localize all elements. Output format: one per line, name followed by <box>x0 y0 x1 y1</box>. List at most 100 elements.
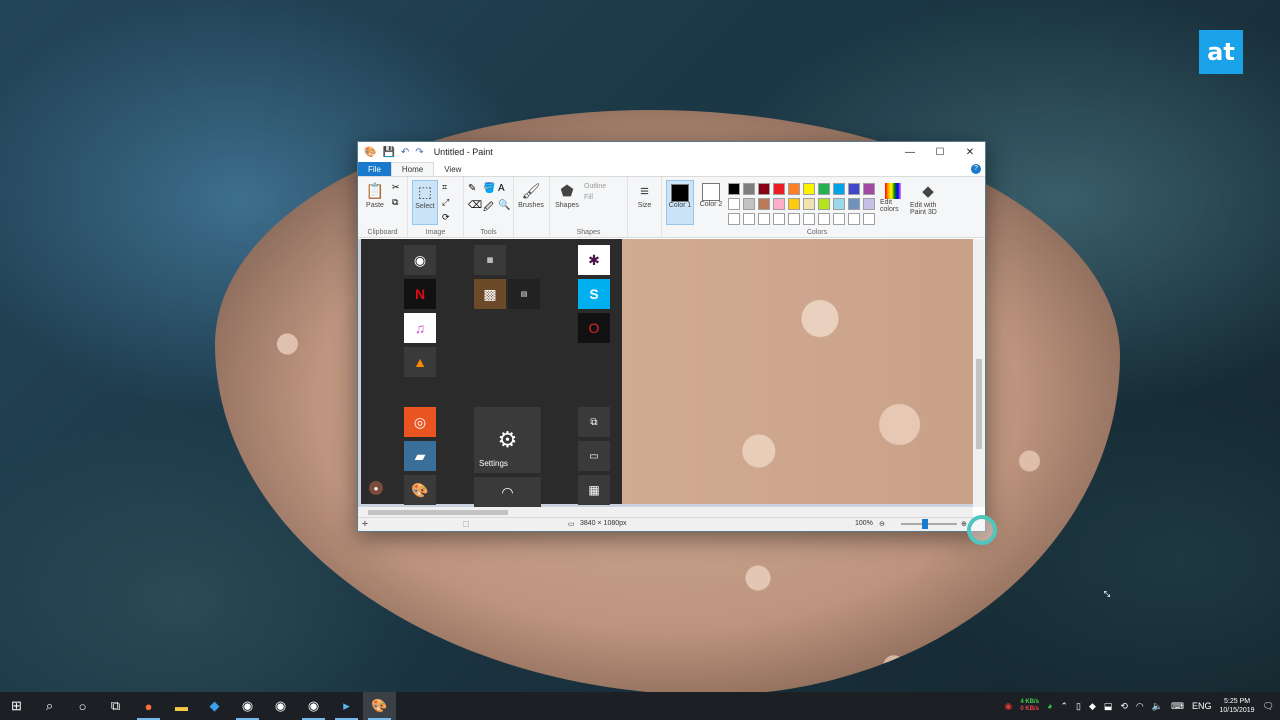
resize-icon[interactable]: ⤢ <box>442 196 450 208</box>
tab-file[interactable]: File <box>358 162 391 176</box>
eraser-icon[interactable]: ⌫ <box>468 200 482 216</box>
palette-swatch[interactable] <box>758 183 770 195</box>
outline-dropdown[interactable]: Outline <box>584 183 606 190</box>
palette-swatch[interactable] <box>788 183 800 195</box>
paint-window: 🎨 💾 ↶ ↷ Untitled - Paint — ☐ ✕ File Home… <box>357 141 986 532</box>
dropbox-icon[interactable]: ◆ <box>1089 701 1096 712</box>
vertical-scrollbar[interactable] <box>973 239 985 507</box>
close-button[interactable]: ✕ <box>955 147 985 158</box>
palette-swatch[interactable] <box>728 198 740 210</box>
select-button[interactable]: ⬚ Select <box>412 180 438 225</box>
palette-swatch[interactable] <box>833 213 845 225</box>
palette-swatch[interactable] <box>863 213 875 225</box>
wifi-icon[interactable]: ◠ <box>1136 701 1144 712</box>
palette-swatch[interactable] <box>758 213 770 225</box>
task-view-icon[interactable]: ⧉ <box>99 692 132 720</box>
chrome-taskbar-icon[interactable]: ◉ <box>231 692 264 720</box>
color-picker-icon[interactable]: 🖉 <box>483 200 497 216</box>
color1-button[interactable]: Color 1 <box>666 180 694 225</box>
paint-taskbar-icon[interactable]: 🎨 <box>363 692 396 720</box>
chrome-taskbar-icon-3[interactable]: ◉ <box>297 692 330 720</box>
language-indicator[interactable]: ENG <box>1192 701 1212 711</box>
palette-swatch[interactable] <box>848 183 860 195</box>
paste-button[interactable]: 📋 Paste <box>362 180 388 225</box>
chevron-up-icon[interactable]: ⌃ <box>1060 701 1068 712</box>
vertical-scroll-thumb[interactable] <box>976 359 982 449</box>
maximize-button[interactable]: ☐ <box>925 147 955 158</box>
clock[interactable]: 5:25 PM 10/15/2019 <box>1220 697 1255 715</box>
magnifier-icon[interactable]: 🔍 <box>498 200 512 216</box>
search-icon[interactable]: ⌕ <box>33 692 66 720</box>
palette-swatch[interactable] <box>743 183 755 195</box>
terminal-icon[interactable]: ▸ <box>330 692 363 720</box>
palette-swatch[interactable] <box>773 198 785 210</box>
palette-swatch[interactable] <box>773 213 785 225</box>
tab-home[interactable]: Home <box>390 162 435 176</box>
palette-swatch[interactable] <box>728 213 740 225</box>
zoom-out-button[interactable]: ⊖ <box>879 520 885 528</box>
brushes-button[interactable]: 🖌 Brushes <box>518 180 544 225</box>
copy-icon[interactable]: ⧉ <box>392 196 400 208</box>
drive-icon[interactable]: ⬓ <box>1104 701 1113 712</box>
chrome-icon: ◉ <box>404 245 436 275</box>
line-width-icon: ≡ <box>640 182 649 200</box>
sync-icon[interactable]: ⟲ <box>1120 701 1128 712</box>
cortana-icon[interactable]: ○ <box>66 692 99 720</box>
keyboard-icon[interactable]: ⌨ <box>1171 701 1184 712</box>
file-explorer-icon[interactable]: ▬ <box>165 692 198 720</box>
palette-swatch[interactable] <box>743 213 755 225</box>
pasted-screenshot[interactable]: ◉ N ♫ ▲ ◎ ▰ 🎨 ▦ ▩ ▤ ⚙ Settings ◠ ✱ S O ⧉… <box>361 239 973 507</box>
minimize-button[interactable]: — <box>895 147 925 158</box>
palette-swatch[interactable] <box>803 183 815 195</box>
palette-swatch[interactable] <box>848 198 860 210</box>
battery-icon[interactable]: ▯ <box>1076 701 1081 712</box>
palette-swatch[interactable] <box>848 213 860 225</box>
text-icon[interactable]: A <box>498 183 512 199</box>
palette-swatch[interactable] <box>833 198 845 210</box>
redo-icon[interactable]: ↷ <box>415 147 423 158</box>
palette-swatch[interactable] <box>728 183 740 195</box>
zoom-in-button[interactable]: ⊕ <box>961 520 967 528</box>
chrome-taskbar-icon-2[interactable]: ◉ <box>264 692 297 720</box>
palette-swatch[interactable] <box>788 213 800 225</box>
palette-swatch[interactable] <box>818 213 830 225</box>
fill-bucket-icon[interactable]: 🪣 <box>483 183 497 199</box>
help-icon[interactable]: ? <box>971 164 981 174</box>
cpu-gauge-icon[interactable]: ◕ <box>1047 701 1052 711</box>
palette-swatch[interactable] <box>863 183 875 195</box>
palette-swatch[interactable] <box>743 198 755 210</box>
edit-with-paint3d-button[interactable]: ◆ Edit with Paint 3D <box>910 180 946 225</box>
undo-icon[interactable]: ↶ <box>401 147 409 158</box>
firefox-icon[interactable]: ● <box>132 692 165 720</box>
palette-swatch[interactable] <box>818 183 830 195</box>
zoom-slider-thumb[interactable] <box>922 519 928 529</box>
crop-icon[interactable]: ⌗ <box>442 181 450 193</box>
volume-icon[interactable]: 🔈 <box>1152 701 1163 712</box>
color2-button[interactable]: Color 2 <box>698 180 724 225</box>
palette-swatch[interactable] <box>803 198 815 210</box>
zoom-slider[interactable] <box>901 523 957 525</box>
pencil-icon[interactable]: ✎ <box>468 183 482 199</box>
horizontal-scrollbar[interactable] <box>358 507 973 517</box>
palette-swatch[interactable] <box>758 198 770 210</box>
app-tray-icon[interactable]: ◉ <box>1004 701 1012 712</box>
palette-swatch[interactable] <box>818 198 830 210</box>
save-icon[interactable]: 💾 <box>382 147 394 158</box>
cut-icon[interactable]: ✂ <box>392 181 400 193</box>
palette-swatch[interactable] <box>788 198 800 210</box>
canvas-area[interactable]: ◉ N ♫ ▲ ◎ ▰ 🎨 ▦ ▩ ▤ ⚙ Settings ◠ ✱ S O ⧉… <box>358 239 985 507</box>
rotate-icon[interactable]: ⟳ <box>442 211 450 223</box>
horizontal-scroll-thumb[interactable] <box>368 510 508 515</box>
tab-view[interactable]: View <box>434 162 471 176</box>
edit-colors-button[interactable]: Edit colors <box>880 180 906 225</box>
app-taskbar-icon[interactable]: ◆ <box>198 692 231 720</box>
start-button[interactable]: ⊞ <box>0 692 33 720</box>
size-button[interactable]: ≡ Size <box>632 180 657 225</box>
palette-swatch[interactable] <box>773 183 785 195</box>
notifications-icon[interactable]: 🗨 <box>1263 701 1274 712</box>
palette-swatch[interactable] <box>833 183 845 195</box>
fill-dropdown[interactable]: Fill <box>584 194 606 201</box>
palette-swatch[interactable] <box>803 213 815 225</box>
palette-swatch[interactable] <box>863 198 875 210</box>
shapes-button[interactable]: ⬟ Shapes <box>554 180 580 225</box>
